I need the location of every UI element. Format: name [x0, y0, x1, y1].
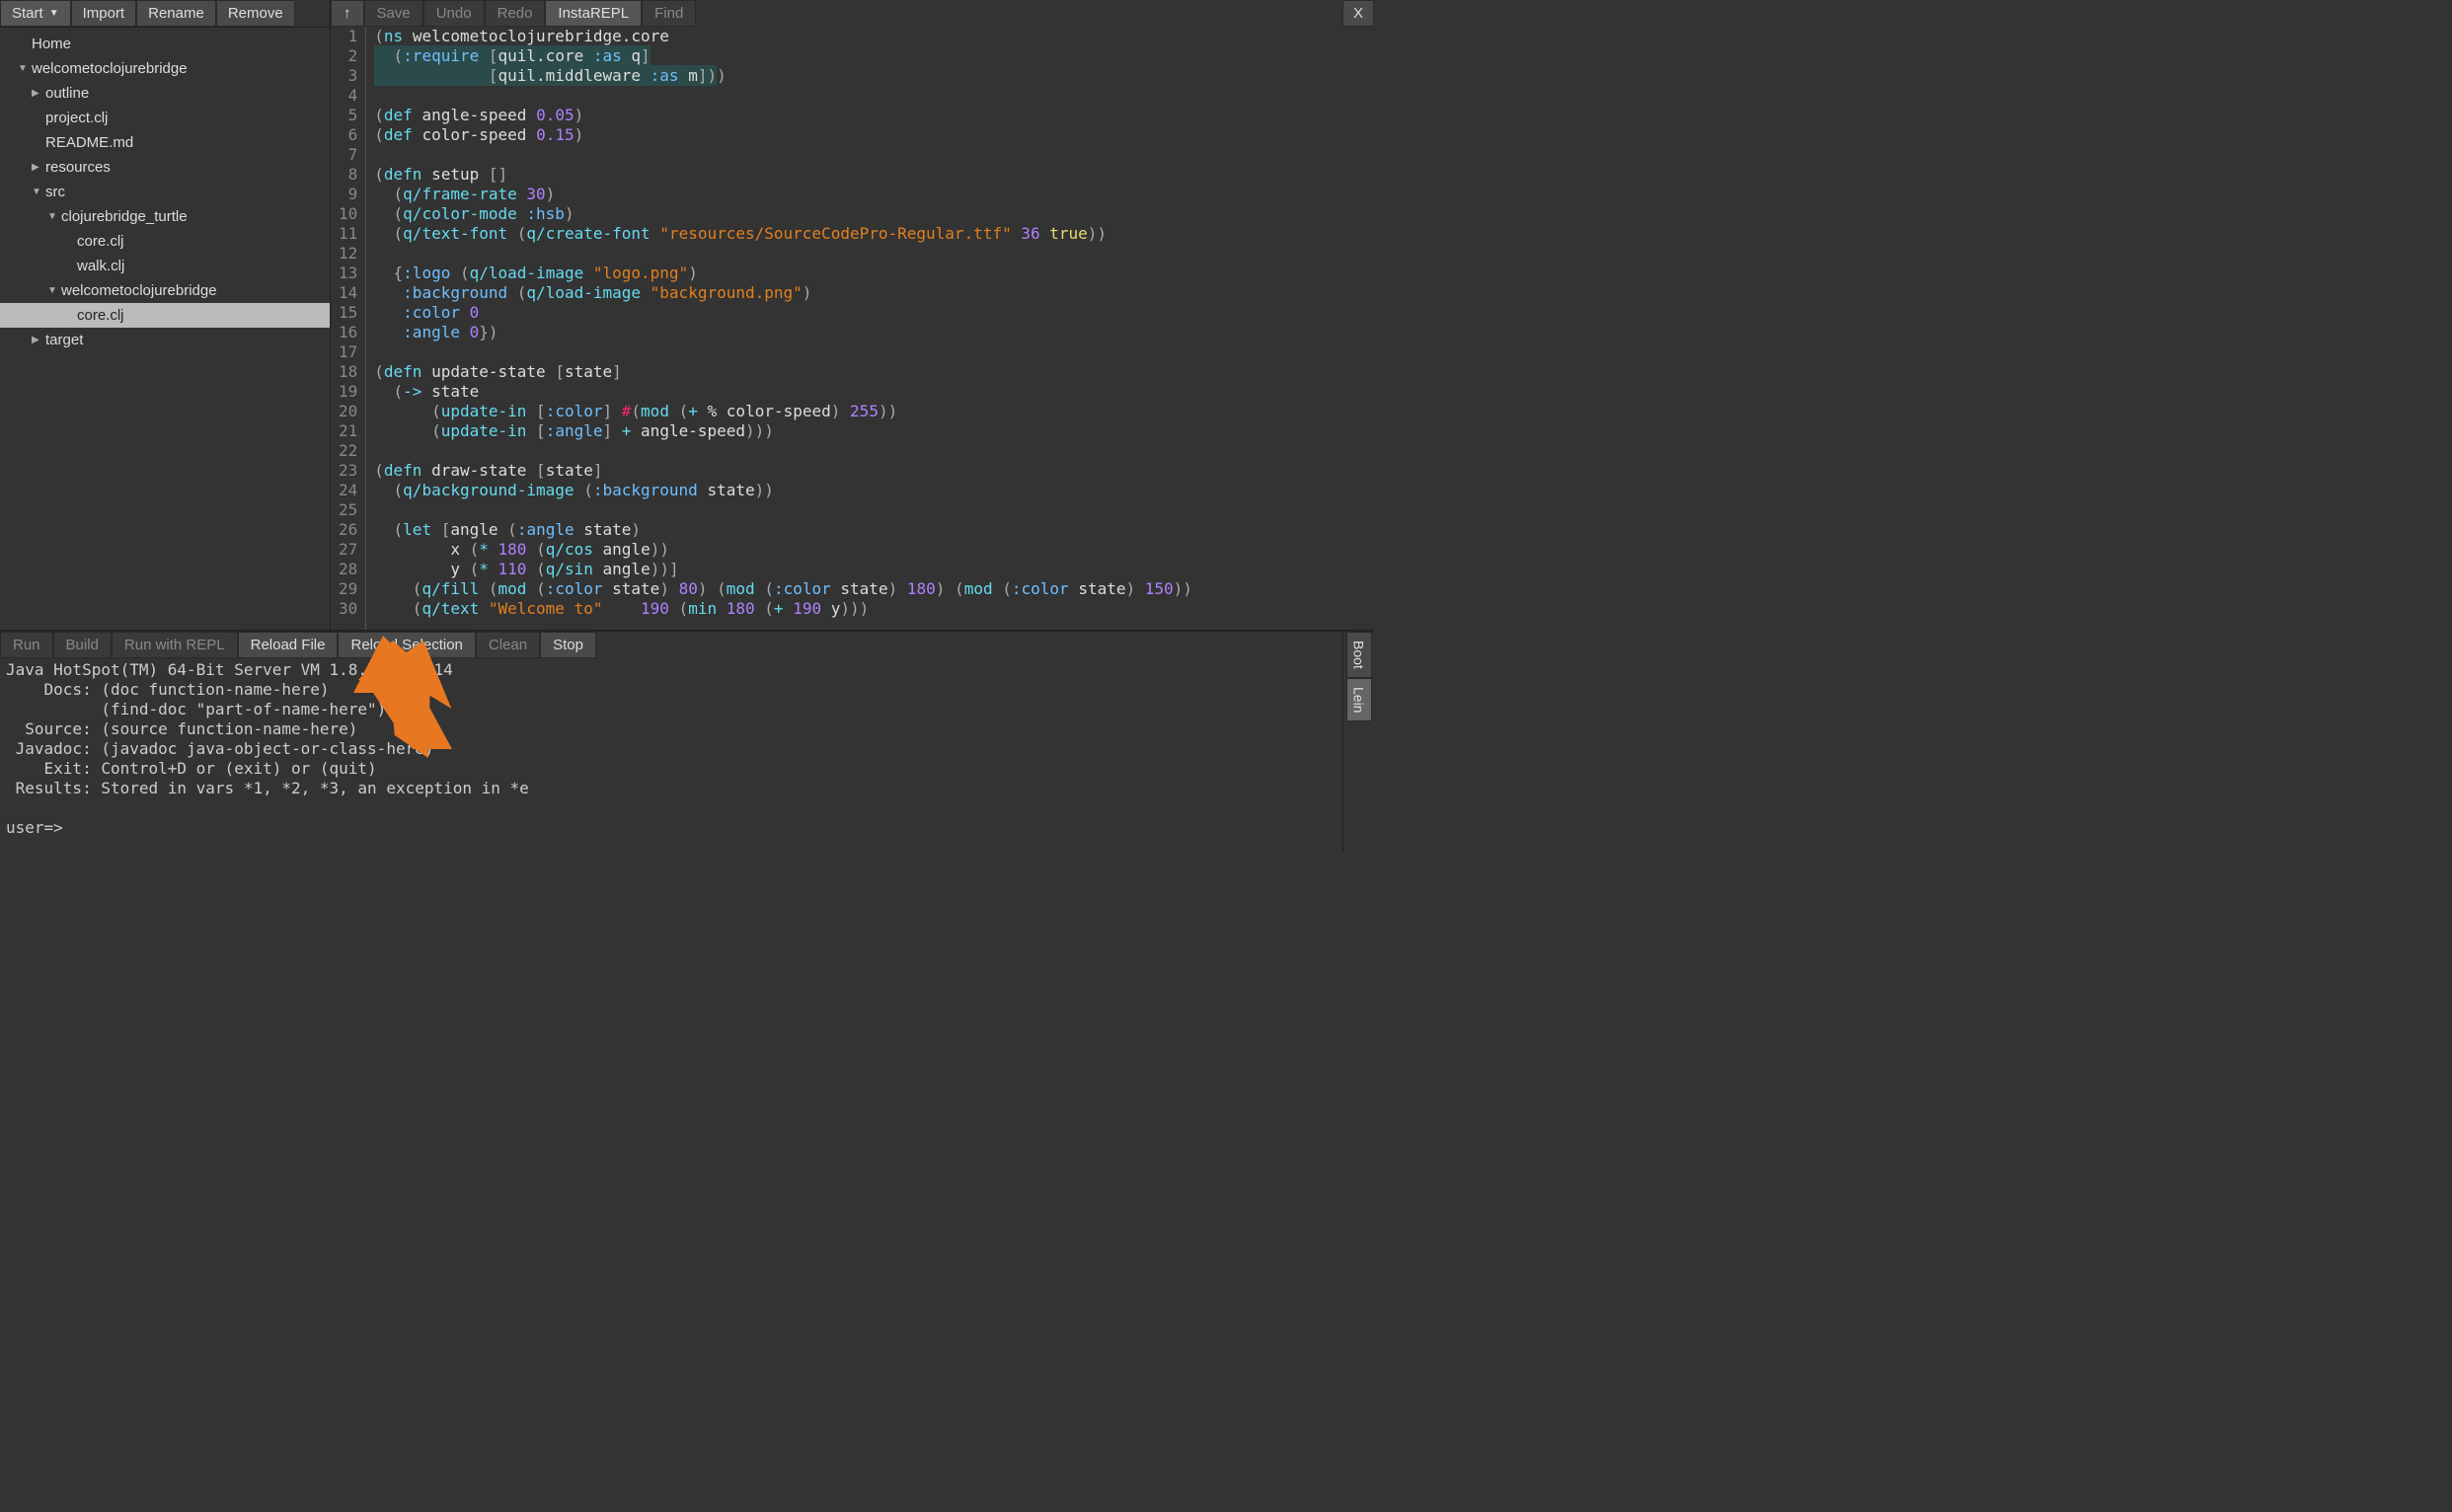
tree-item-label: README.md — [45, 134, 133, 151]
up-button[interactable]: ↑ — [331, 0, 364, 27]
editor-toolbar: ↑ Save Undo Redo InstaREPL Find X — [331, 0, 1374, 27]
start-button[interactable]: Start ▼ — [0, 0, 71, 27]
editor-pane: ↑ Save Undo Redo InstaREPL Find X 123456… — [330, 0, 1374, 630]
tree-item[interactable]: ▼src — [0, 180, 330, 204]
tree-item[interactable]: Home — [0, 32, 330, 56]
tree-item-label: project.clj — [45, 110, 108, 126]
tree-item[interactable]: ▶outline — [0, 81, 330, 106]
disclosure-icon: ▶ — [32, 335, 45, 345]
disclosure-icon: ▼ — [47, 285, 61, 296]
run-button[interactable]: Run — [0, 632, 53, 658]
chevron-down-icon: ▼ — [49, 8, 59, 19]
file-tree: Home▼welcometoclojurebridge▶outlineproje… — [0, 28, 330, 630]
instarepl-button[interactable]: InstaREPL — [545, 0, 642, 27]
tree-item-label: walk.clj — [77, 258, 124, 274]
tree-item-label: welcometoclojurebridge — [32, 60, 188, 77]
repl-side-tabs: Boot Lein — [1342, 632, 1374, 852]
tree-item-label: Home — [32, 36, 71, 52]
disclosure-icon: ▼ — [18, 63, 32, 74]
tree-item[interactable]: ▼welcometoclojurebridge — [0, 278, 330, 303]
find-button[interactable]: Find — [642, 0, 696, 27]
tree-item[interactable]: core.clj — [0, 303, 330, 328]
tree-item-label: outline — [45, 85, 89, 102]
disclosure-icon: ▶ — [32, 162, 45, 173]
line-gutter: 1234567891011121314151617181920212223242… — [331, 27, 366, 630]
tree-item-label: target — [45, 332, 83, 348]
run-with-repl-button[interactable]: Run with REPL — [112, 632, 238, 658]
tree-item[interactable]: README.md — [0, 130, 330, 155]
start-label: Start — [12, 5, 43, 22]
disclosure-icon: ▶ — [32, 88, 45, 99]
lein-tab[interactable]: Lein — [1346, 678, 1372, 721]
repl-output[interactable]: Java HotSpot(TM) 64-Bit Server VM 1.8.0_… — [0, 658, 1342, 852]
clean-button[interactable]: Clean — [476, 632, 540, 658]
tree-item[interactable]: core.clj — [0, 229, 330, 254]
tree-item[interactable]: project.clj — [0, 106, 330, 130]
sidebar: Start▼ Import Rename Remove Home▼welcome… — [0, 0, 330, 630]
remove-button[interactable]: Remove — [216, 0, 295, 27]
disclosure-icon: ▼ — [47, 211, 61, 222]
disclosure-icon: ▼ — [32, 187, 45, 197]
redo-button[interactable]: Redo — [485, 0, 546, 27]
rename-button[interactable]: Rename — [136, 0, 216, 27]
repl-toolbar: Run Build Run with REPL Reload File Relo… — [0, 632, 1342, 658]
tree-item-label: core.clj — [77, 307, 124, 324]
tree-item[interactable]: ▼welcometoclojurebridge — [0, 56, 330, 81]
reload-file-button[interactable]: Reload File — [238, 632, 339, 658]
undo-button[interactable]: Undo — [423, 0, 485, 27]
close-button[interactable]: X — [1342, 0, 1374, 27]
build-button[interactable]: Build — [53, 632, 112, 658]
repl-pane: Run Build Run with REPL Reload File Relo… — [0, 630, 1374, 852]
code-content: (ns welcometoclojurebridge.core (:requir… — [366, 27, 1192, 630]
tree-item[interactable]: ▶resources — [0, 155, 330, 180]
boot-tab[interactable]: Boot — [1346, 632, 1372, 678]
tree-item-label: clojurebridge_turtle — [61, 208, 188, 225]
stop-button[interactable]: Stop — [540, 632, 596, 658]
code-editor[interactable]: 1234567891011121314151617181920212223242… — [331, 27, 1374, 630]
tree-item-label: src — [45, 184, 65, 200]
tree-item[interactable]: ▶target — [0, 328, 330, 352]
import-button[interactable]: Import — [71, 0, 137, 27]
tree-item[interactable]: ▼clojurebridge_turtle — [0, 204, 330, 229]
save-button[interactable]: Save — [364, 0, 423, 27]
sidebar-toolbar: Start ▼ Import Rename Remove — [0, 0, 330, 28]
tree-item-label: resources — [45, 159, 111, 176]
tree-item[interactable]: walk.clj — [0, 254, 330, 278]
tree-item-label: welcometoclojurebridge — [61, 282, 217, 299]
tree-item-label: core.clj — [77, 233, 124, 250]
reload-selection-button[interactable]: Reload Selection — [338, 632, 475, 658]
